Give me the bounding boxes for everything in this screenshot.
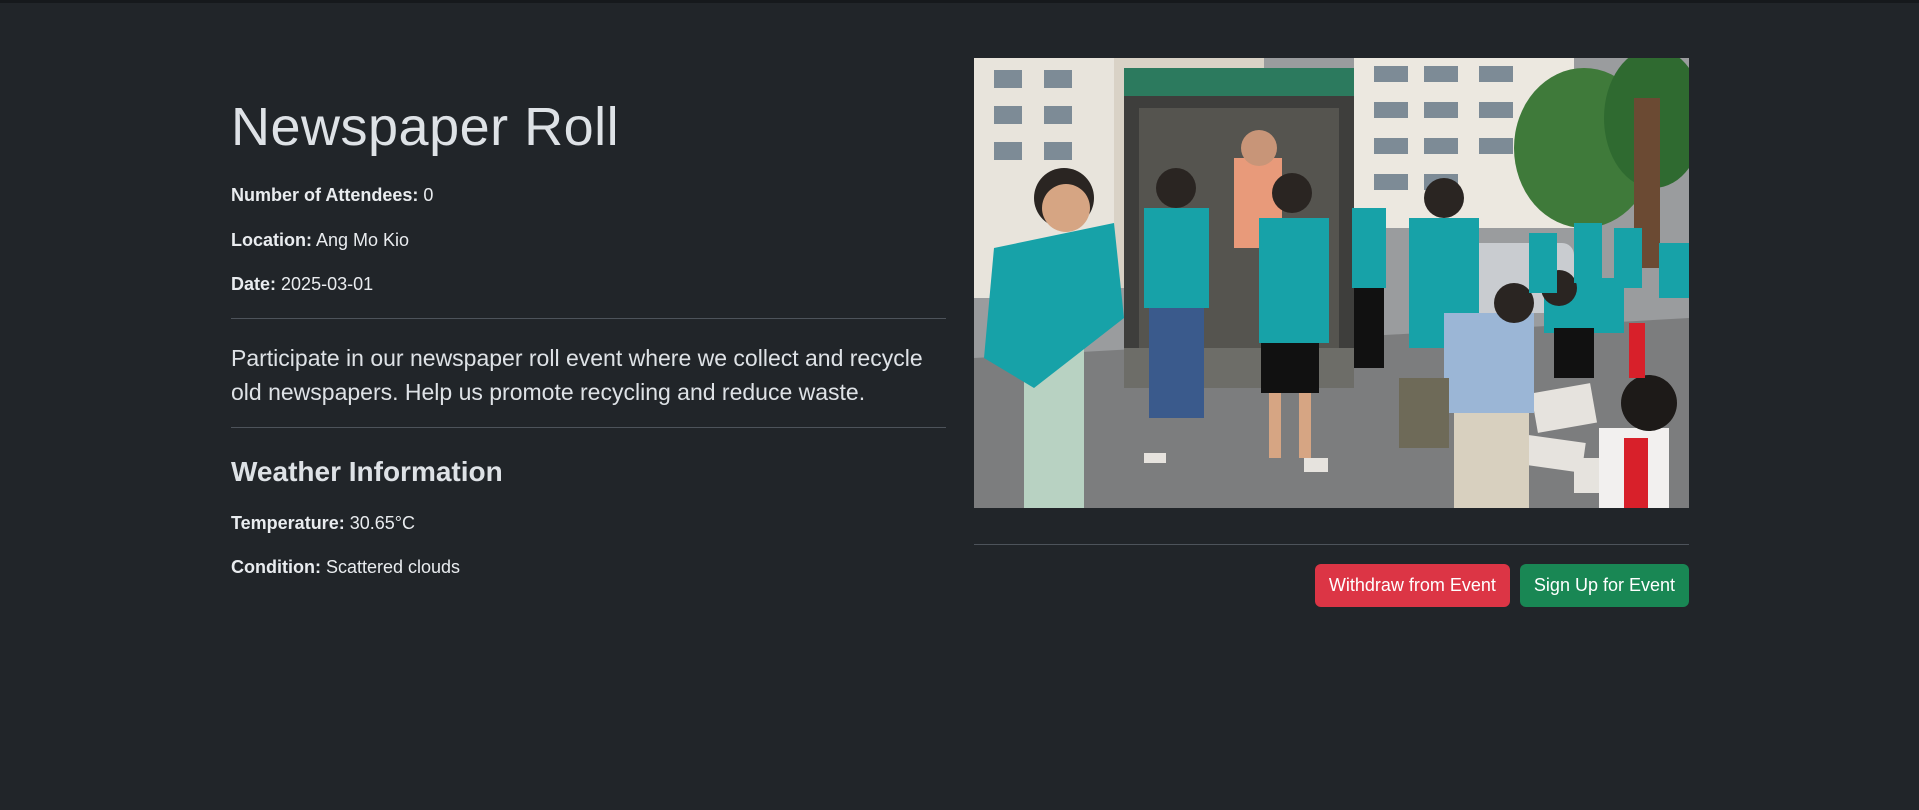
attendees-field: Number of Attendees: 0 [231,184,946,207]
event-description: Participate in our newspaper roll event … [231,344,923,405]
date-label: Date: [231,274,277,295]
event-media-column: Withdraw from Event Sign Up for Event [974,58,1689,607]
event-info-column: Newspaper Roll Number of Attendees: 0 Lo… [231,58,946,607]
divider [974,544,1689,545]
location-label: Location: [231,229,312,250]
condition-field: Condition: Scattered clouds [231,556,946,579]
location-value: Ang Mo Kio [316,229,410,250]
sign-up-button[interactable]: Sign Up for Event [1519,564,1689,607]
condition-value: Scattered clouds [325,557,461,578]
attendees-value: 0 [423,185,434,206]
location-field: Location: Ang Mo Kio [231,229,946,252]
divider [231,317,946,319]
attendees-label: Number of Attendees: [231,185,419,206]
withdraw-button[interactable]: Withdraw from Event [1314,564,1510,607]
event-detail-container: Newspaper Roll Number of Attendees: 0 Lo… [231,58,1689,607]
temperature-field: Temperature: 30.65°C [231,512,946,535]
date-field: Date: 2025-03-01 [231,273,946,296]
temperature-value: 30.65°C [349,512,415,533]
weather-heading: Weather Information [231,455,503,487]
event-actions: Withdraw from Event Sign Up for Event [974,564,1689,607]
temperature-label: Temperature: [231,512,345,533]
date-value: 2025-03-01 [281,274,374,295]
divider [231,426,946,428]
condition-label: Condition: [231,557,321,578]
top-border [0,0,1919,3]
event-title: Newspaper Roll [231,97,620,157]
event-photo [974,58,1689,508]
event-photo-illustration [974,58,1689,508]
